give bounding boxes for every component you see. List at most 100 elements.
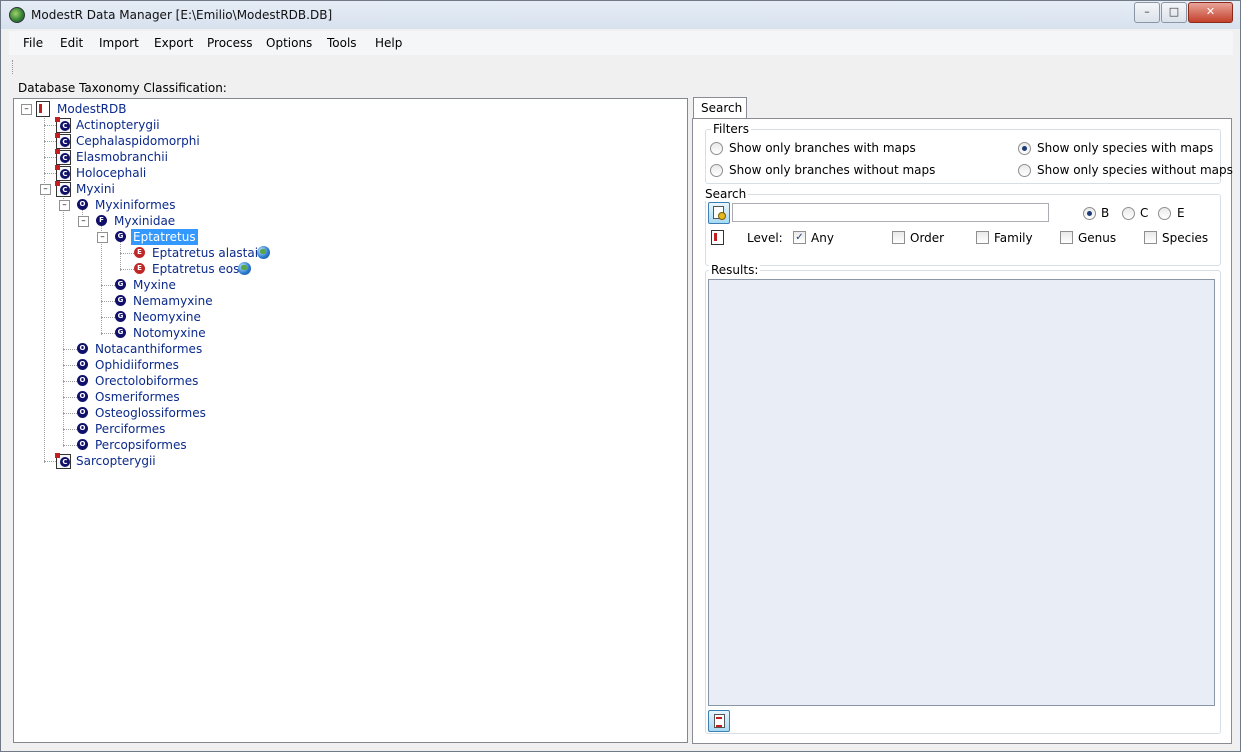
level-genus-label: Genus <box>1078 231 1117 245</box>
tree-label[interactable]: Notacanthiformes <box>93 341 204 357</box>
tree-label[interactable]: Myxini <box>74 181 117 197</box>
class-icon: C <box>55 181 71 197</box>
class-badge: C <box>60 457 70 467</box>
collapse-icon[interactable]: – <box>21 104 32 115</box>
tree-node-class[interactable]: C Elasmobranchii <box>14 149 314 165</box>
tree-label[interactable]: Cephalaspidomorphi <box>74 133 202 149</box>
species-with-maps-radio[interactable] <box>1018 142 1031 155</box>
menu-edit[interactable]: Edit <box>60 36 83 50</box>
tree-node-order-expanded[interactable]: – O Myxiniformes <box>14 197 314 213</box>
tree-node-order[interactable]: O Osteoglossiformes <box>14 405 314 421</box>
app-globe-icon <box>9 7 25 23</box>
species-icon: E <box>134 263 145 274</box>
tree-node-order[interactable]: O Percopsiformes <box>14 437 314 453</box>
menu-help[interactable]: Help <box>375 36 402 50</box>
class-icon: C <box>55 133 71 149</box>
level-species-checkbox[interactable] <box>1144 231 1157 244</box>
tree-label[interactable]: Osteoglossiformes <box>93 405 208 421</box>
tree-node-class[interactable]: C Holocephali <box>14 165 314 181</box>
search-button[interactable] <box>708 202 730 224</box>
tree-label[interactable]: Nemamyxine <box>131 293 215 309</box>
menu-options[interactable]: Options <box>266 36 312 50</box>
level-family-checkbox[interactable] <box>976 231 989 244</box>
results-list[interactable] <box>708 279 1215 706</box>
tree-node-order[interactable]: O Osmeriformes <box>14 389 314 405</box>
tree-label[interactable]: Actinopterygii <box>74 117 162 133</box>
menu-file[interactable]: File <box>23 36 43 50</box>
mode-c-radio[interactable] <box>1122 207 1135 220</box>
minimize-button[interactable]: – <box>1134 2 1160 23</box>
branches-with-maps-radio[interactable] <box>710 142 723 155</box>
class-icon: C <box>55 149 71 165</box>
maximize-button[interactable]: □ <box>1161 2 1187 23</box>
tree-label[interactable]: Eptatretus <box>131 229 198 245</box>
genus-icon: G <box>115 311 126 322</box>
tree-node-genus[interactable]: G Notomyxine <box>14 325 314 341</box>
tree-node-genus[interactable]: G Neomyxine <box>14 309 314 325</box>
tree-node-order[interactable]: O Notacanthiformes <box>14 341 314 357</box>
tree-node-root[interactable]: – ModestRDB <box>14 101 314 117</box>
collapse-icon[interactable]: – <box>40 184 51 195</box>
tree-node-class[interactable]: C Sarcopterygii <box>14 453 314 469</box>
family-icon: F <box>96 215 107 226</box>
tree-label[interactable]: Perciformes <box>93 421 167 437</box>
tree-node-order[interactable]: O Orectolobiformes <box>14 373 314 389</box>
tree-label[interactable]: ModestRDB <box>55 101 128 117</box>
collapse-icon[interactable]: – <box>97 232 108 243</box>
tree-label[interactable]: Ophidiiformes <box>93 357 181 373</box>
taxonomy-tree[interactable]: – ModestRDB C Actinopterygii C Cephalasp… <box>13 98 688 743</box>
species-without-maps-radio[interactable] <box>1018 164 1031 177</box>
search-input[interactable] <box>732 203 1049 222</box>
tree-node-family-expanded[interactable]: – F Myxinidae <box>14 213 314 229</box>
menu-import[interactable]: Import <box>99 36 139 50</box>
level-any-checkbox[interactable]: ✓ <box>793 231 806 244</box>
branches-without-maps-radio[interactable] <box>710 164 723 177</box>
level-genus-checkbox[interactable] <box>1060 231 1073 244</box>
branches-without-maps-label: Show only branches without maps <box>729 163 936 177</box>
menu-tools[interactable]: Tools <box>327 36 357 50</box>
tree-label[interactable]: Holocephali <box>74 165 148 181</box>
window-title: ModestR Data Manager [E:\Emilio\ModestRD… <box>31 8 333 22</box>
tree-label[interactable]: Myxinidae <box>112 213 177 229</box>
tree-label[interactable]: Myxine <box>131 277 178 293</box>
tree-node-genus[interactable]: G Myxine <box>14 277 314 293</box>
tree-node-genus[interactable]: G Nemamyxine <box>14 293 314 309</box>
menu-process[interactable]: Process <box>207 36 253 50</box>
order-icon: O <box>77 407 88 418</box>
search-panel: Search Filters Show only branches with m… <box>690 94 1233 744</box>
tree-label[interactable]: Notomyxine <box>131 325 208 341</box>
genus-icon: G <box>115 327 126 338</box>
tree-label[interactable]: Eptatretus eos <box>150 261 241 277</box>
tree-node-species[interactable]: E Eptatretus eos <box>14 261 314 277</box>
level-order-label: Order <box>910 231 945 245</box>
tree-label[interactable]: Percopsiformes <box>93 437 189 453</box>
tree-node-order[interactable]: O Ophidiiformes <box>14 357 314 373</box>
tree-label[interactable]: Elasmobranchii <box>74 149 170 165</box>
tree-node-class[interactable]: C Cephalaspidomorphi <box>14 133 314 149</box>
search-tab-body: Filters Show only branches with maps Sho… <box>692 118 1233 744</box>
tree-node-class-expanded[interactable]: – C Myxini <box>14 181 314 197</box>
class-badge: C <box>60 169 70 179</box>
tree-node-species[interactable]: E Eptatretus alastairi <box>14 245 314 261</box>
level-order-checkbox[interactable] <box>892 231 905 244</box>
tab-search[interactable]: Search <box>693 97 747 118</box>
tree-label[interactable]: Orectolobiformes <box>93 373 200 389</box>
tree-label[interactable]: Neomyxine <box>131 309 203 325</box>
tree-label[interactable]: Eptatretus alastairi <box>150 245 268 261</box>
toolbar-grip[interactable] <box>12 60 15 74</box>
tree-node-genus-selected[interactable]: – G Eptatretus <box>14 229 314 245</box>
genus-icon: G <box>115 295 126 306</box>
tree-label[interactable]: Sarcopterygii <box>74 453 158 469</box>
menu-export[interactable]: Export <box>154 36 193 50</box>
tree-node-order[interactable]: O Perciformes <box>14 421 314 437</box>
order-icon: O <box>77 391 88 402</box>
mode-b-radio[interactable] <box>1083 207 1096 220</box>
tree-label[interactable]: Myxiniformes <box>93 197 177 213</box>
collapse-icon[interactable]: – <box>59 200 70 211</box>
tree-label[interactable]: Osmeriformes <box>93 389 182 405</box>
close-button[interactable]: ✕ <box>1188 2 1233 23</box>
export-results-button[interactable] <box>708 710 730 732</box>
collapse-icon[interactable]: – <box>78 216 89 227</box>
mode-e-radio[interactable] <box>1158 207 1171 220</box>
tree-node-class[interactable]: C Actinopterygii <box>14 117 314 133</box>
